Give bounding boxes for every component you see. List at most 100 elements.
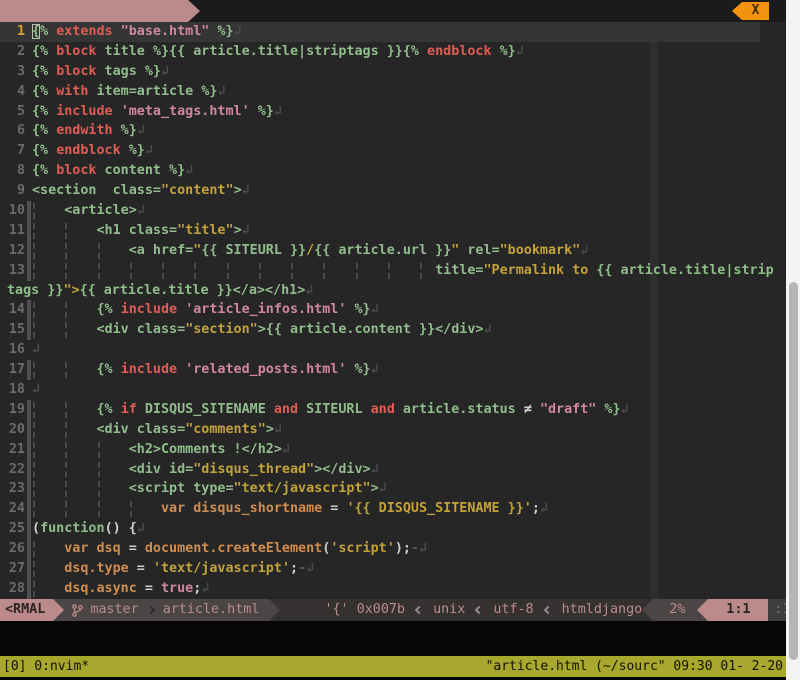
- code-text: dsq.async = true;↲: [32, 579, 209, 599]
- code-line[interactable]: 23 <script type="text/javascript">↲: [0, 479, 786, 499]
- powerline-separator-icon: [697, 599, 708, 621]
- git-change-bar: [27, 320, 31, 340]
- code-line[interactable]: 27 dsq.type = 'text/javascript';-↲: [0, 559, 786, 579]
- line-number: 10: [0, 201, 25, 221]
- code-line[interactable]: 25(function() {↲: [0, 519, 786, 539]
- git-change-bar: [27, 221, 31, 241]
- code-text: {% extends "base.html" %}↲: [32, 22, 242, 42]
- close-icon[interactable]: X: [742, 2, 769, 20]
- code-text: dsq.type = 'text/javascript';-↲: [32, 559, 314, 579]
- eol-icon: ↲: [274, 422, 282, 437]
- eol-icon: ↲: [161, 64, 169, 79]
- code-line[interactable]: 18 ↲: [0, 380, 786, 400]
- git-change-bar: [27, 460, 31, 480]
- code-line[interactable]: 26 var dsq = document.createElement('scr…: [0, 539, 786, 559]
- line-number: 18: [0, 380, 25, 400]
- line-number: 17: [0, 360, 25, 380]
- code-line[interactable]: 16↲: [0, 340, 786, 360]
- eol-icon: ↲: [282, 442, 290, 457]
- code-line[interactable]: 11 <h1 class="title">↲: [0, 221, 786, 241]
- line-number: 8: [0, 161, 25, 181]
- code-line[interactable]: 19 {% if DISQUS_SITENAME and SITEURL and…: [0, 400, 786, 420]
- tmux-status-bar: [0] 0:nvim* "article.html (~/sourc" 09:3…: [0, 656, 786, 677]
- eol-icon: ↲: [419, 541, 427, 556]
- eol-icon: ↲: [580, 243, 588, 258]
- close-arrow-icon: [732, 2, 742, 20]
- powerline-separator-icon: [53, 599, 64, 621]
- code-line[interactable]: 15 <div class="section">{{ article.conte…: [0, 320, 786, 340]
- eol-icon: ↲: [621, 402, 629, 417]
- git-change-bar: [27, 440, 31, 460]
- file-encoding: utf-8: [493, 599, 533, 621]
- scroll-percent: 2%: [653, 599, 697, 621]
- git-change-bar: [27, 539, 31, 559]
- code-text: ↲: [32, 380, 40, 400]
- line-number: 20: [0, 420, 25, 440]
- chevron-left-icon: [475, 606, 483, 614]
- code-line[interactable]: 9<section class="content">↲: [0, 181, 786, 201]
- git-change-bar: [27, 201, 31, 221]
- code-line[interactable]: 24 var disqus_shortname = '{{ DISQUS_SIT…: [0, 499, 786, 519]
- code-text: <div id="disqus_thread"></div>↲: [32, 460, 379, 480]
- code-line[interactable]: 28 dsq.async = true;↲: [0, 579, 786, 599]
- code-line[interactable]: 7{% endblock %}↲: [0, 141, 786, 161]
- code-text: {% block content %}↲: [32, 161, 193, 181]
- scrollbar-thumb[interactable]: [789, 282, 798, 660]
- code-text: {% endblock %}↲: [32, 141, 153, 161]
- eol-icon: ↲: [185, 163, 193, 178]
- code-text: {% if DISQUS_SITENAME and SITEURL and ar…: [32, 400, 629, 420]
- eol-icon: ↲: [217, 84, 225, 99]
- code-line[interactable]: 22 <div id="disqus_thread"></div>↲: [0, 460, 786, 480]
- code-line[interactable]: 2{% block title %}{{ article.title|strip…: [0, 42, 786, 62]
- line-number: 5: [0, 102, 25, 122]
- chevron-left-icon: [415, 606, 423, 614]
- code-text: ↲: [32, 340, 40, 360]
- code-line[interactable]: 17 {% include 'related_posts.html' %}↲: [0, 360, 786, 380]
- code-line[interactable]: 8 {% block content %}↲: [0, 161, 786, 181]
- code-line[interactable]: 14 {% include 'article_infos.html' %}↲: [0, 300, 786, 320]
- code-line[interactable]: 6{% endwith %}↲: [0, 121, 786, 141]
- eol-icon: ↲: [242, 223, 250, 238]
- code-line[interactable]: 12 <a href="{{ SITEURL }}/{{ article.url…: [0, 241, 786, 261]
- tmux-session-window[interactable]: [0] 0:nvim*: [3, 656, 89, 677]
- eol-icon: ↲: [32, 382, 40, 397]
- statusline: <RMAL master article.html '{' 0x007b uni…: [0, 599, 786, 621]
- line-number: 19: [0, 400, 25, 420]
- git-change-bar: [27, 559, 31, 579]
- file-type: htmldjango: [562, 599, 643, 621]
- code-text: {% with item=article %}↲: [32, 82, 226, 102]
- code-text: <div class="comments">↲: [32, 420, 282, 440]
- line-number: 26: [0, 539, 25, 559]
- tab-arrow-icon: [188, 0, 200, 22]
- eol-icon: ↲: [274, 104, 282, 119]
- line-number: 23: [0, 479, 25, 499]
- code-line[interactable]: 3{% block tags %}↲: [0, 62, 786, 82]
- tabline: 1 article.html X: [0, 0, 786, 22]
- chevron-left-icon: [543, 606, 551, 614]
- line-number: 22: [0, 460, 25, 480]
- line-number: 4: [0, 82, 25, 102]
- code-text: <a href="{{ SITEURL }}/{{ article.url }}…: [32, 241, 588, 261]
- code-text: {% include 'related_posts.html' %}↲: [32, 360, 379, 380]
- code-text: <section class="content">↲: [32, 181, 250, 201]
- code-line[interactable]: 5{% include 'meta_tags.html' %}↲: [0, 102, 786, 122]
- line-number: 13: [0, 261, 25, 281]
- code-line[interactable]: 4 {% with item=article %}↲: [0, 82, 786, 102]
- code-line[interactable]: 13 title="Permalink to {{ article.title|…: [0, 261, 786, 281]
- command-line[interactable]: [0, 621, 786, 656]
- cursor-block: {: [32, 24, 40, 39]
- git-change-bar: [27, 261, 31, 281]
- code-line[interactable]: 1{% extends "base.html" %}↲: [0, 22, 786, 42]
- code-line[interactable]: 20 <div class="comments">↲: [0, 420, 786, 440]
- tab-close-button[interactable]: X: [732, 2, 769, 20]
- code-line[interactable]: tags }}">{{ article.title }}</a></h1>↲: [0, 281, 786, 301]
- line-number: 15: [0, 320, 25, 340]
- code-line[interactable]: 21 <h2>Comments !</h2>↲: [0, 440, 786, 460]
- line-number: 12: [0, 241, 25, 261]
- eol-icon: ↲: [516, 44, 524, 59]
- editor[interactable]: 1{% extends "base.html" %}↲2{% block tit…: [0, 22, 786, 599]
- eol-icon: ↲: [306, 561, 314, 576]
- eol-icon: ↲: [201, 581, 209, 596]
- tab-article-html[interactable]: 1 article.html: [0, 0, 188, 22]
- code-line[interactable]: 10 <article>↲: [0, 201, 786, 221]
